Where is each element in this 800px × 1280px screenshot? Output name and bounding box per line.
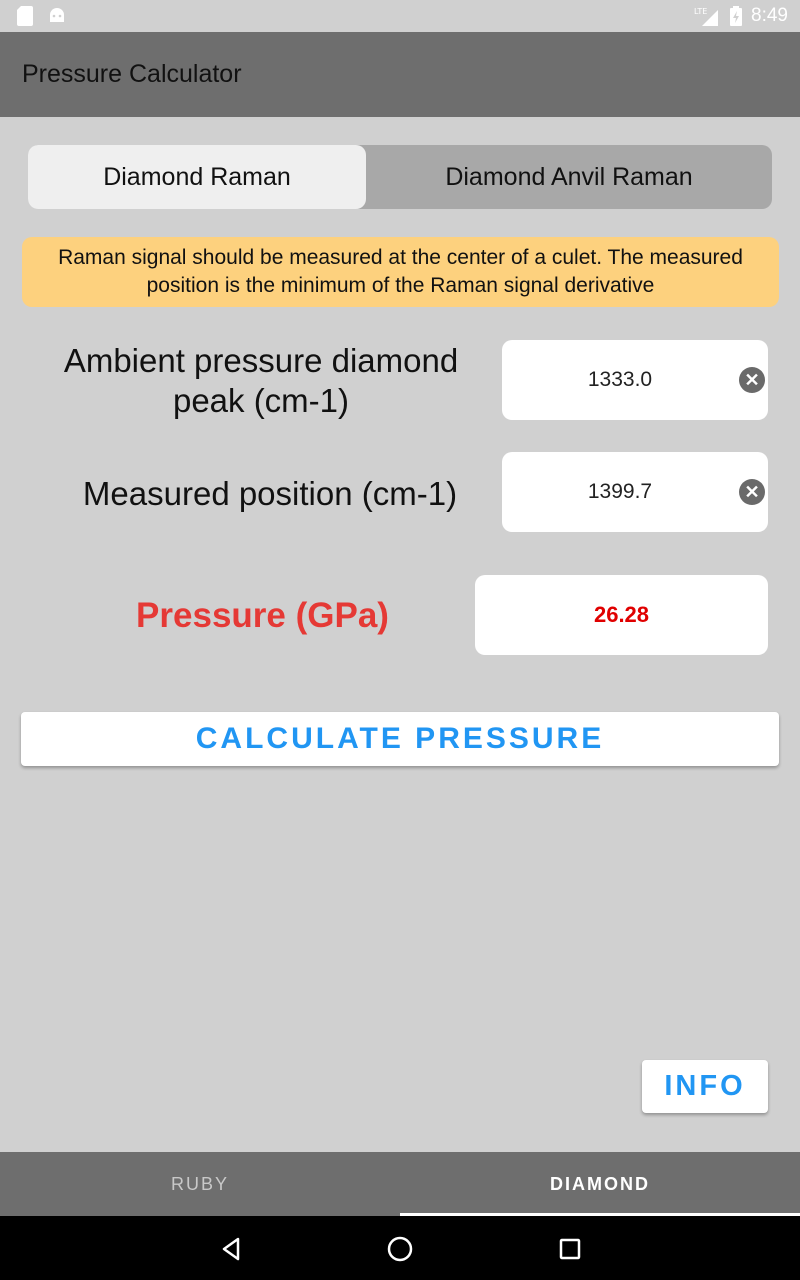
mode-segmented-control: Diamond Raman Diamond Anvil Raman <box>28 145 772 209</box>
ambient-peak-field[interactable]: ✕ <box>502 340 768 420</box>
measured-position-input[interactable] <box>502 478 738 506</box>
ambient-peak-input[interactable] <box>502 366 738 394</box>
measured-position-field[interactable]: ✕ <box>502 452 768 532</box>
tab-ruby[interactable]: RUBY <box>0 1152 400 1216</box>
pressure-result: 26.28 <box>475 575 768 655</box>
segment-diamond-raman[interactable]: Diamond Raman <box>28 145 366 209</box>
info-button[interactable]: INFO <box>642 1060 768 1113</box>
lte-label: LTE <box>694 7 707 16</box>
app-title: Pressure Calculator <box>22 60 242 88</box>
clock: 8:49 <box>751 5 788 26</box>
battery-charging-icon <box>730 6 742 31</box>
lte-signal-icon: LTE <box>694 6 720 31</box>
measurement-notice: Raman signal should be measured at the c… <box>22 237 779 307</box>
back-icon[interactable] <box>216 1234 246 1264</box>
home-icon[interactable] <box>385 1234 415 1264</box>
tab-diamond[interactable]: DIAMOND <box>400 1152 800 1216</box>
recents-icon[interactable] <box>555 1234 585 1264</box>
measured-position-label: Measured position (cm-1) <box>82 475 458 512</box>
measured-clear-icon[interactable]: ✕ <box>739 479 765 505</box>
sd-card-icon <box>17 6 33 31</box>
ambient-peak-label: Ambient pressure diamond peak (cm-1) <box>63 342 459 419</box>
bottom-tab-bar: RUBY DIAMOND <box>0 1152 800 1216</box>
pressure-label: Pressure (GPa) <box>136 596 389 635</box>
ambient-clear-icon[interactable]: ✕ <box>739 367 765 393</box>
app-bar: Pressure Calculator <box>0 32 800 117</box>
system-nav-bar <box>0 1216 800 1280</box>
status-bar: LTE 8:49 <box>0 0 800 32</box>
calculate-pressure-button[interactable]: CALCULATE PRESSURE <box>21 712 779 766</box>
segment-diamond-anvil-raman[interactable]: Diamond Anvil Raman <box>366 145 772 209</box>
android-icon <box>48 6 66 29</box>
